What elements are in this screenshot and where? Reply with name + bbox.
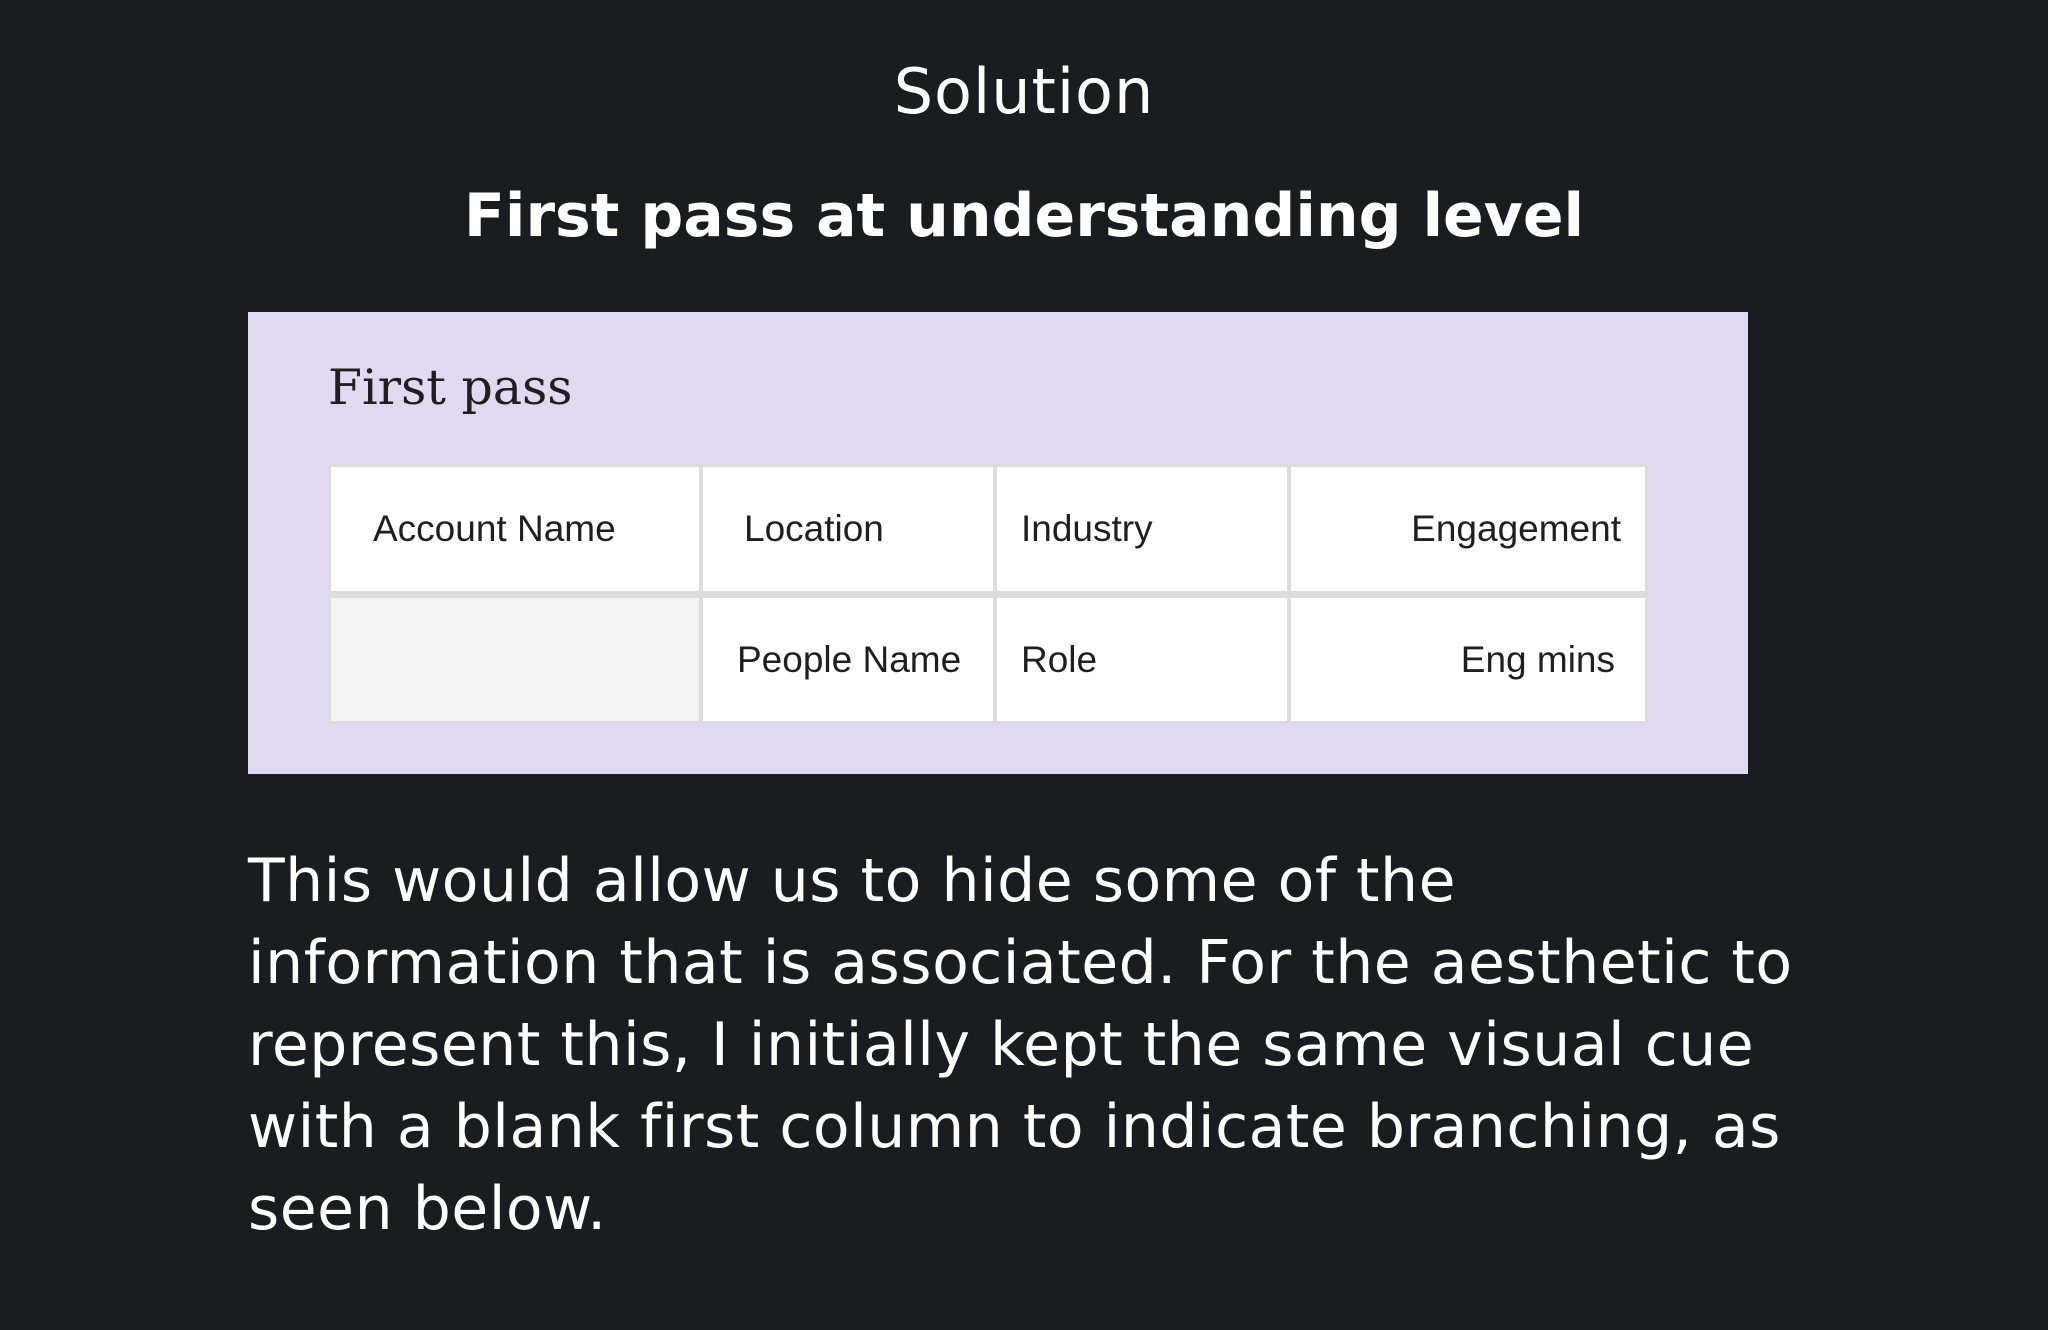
table-cell: Eng mins xyxy=(1291,598,1645,721)
table-cell: Location xyxy=(703,467,993,591)
section-label: Solution xyxy=(893,55,1155,128)
table-cell: Engagement xyxy=(1291,467,1645,591)
hierarchy-table: Account Name Location Industry Engagemen… xyxy=(328,464,1648,724)
table-cell: Account Name xyxy=(331,467,699,591)
table-cell: People Name xyxy=(703,598,993,721)
table-cell: Industry xyxy=(997,467,1287,591)
figure-title: First pass xyxy=(328,359,573,416)
section-heading: First pass at understanding level xyxy=(463,181,1585,251)
table-cell: Role xyxy=(997,598,1287,721)
blank-cell xyxy=(331,598,699,721)
body-paragraph: This would allow us to hide some of the … xyxy=(248,846,1793,1244)
first-pass-figure: First pass Account Name Location Industr… xyxy=(248,312,1748,774)
